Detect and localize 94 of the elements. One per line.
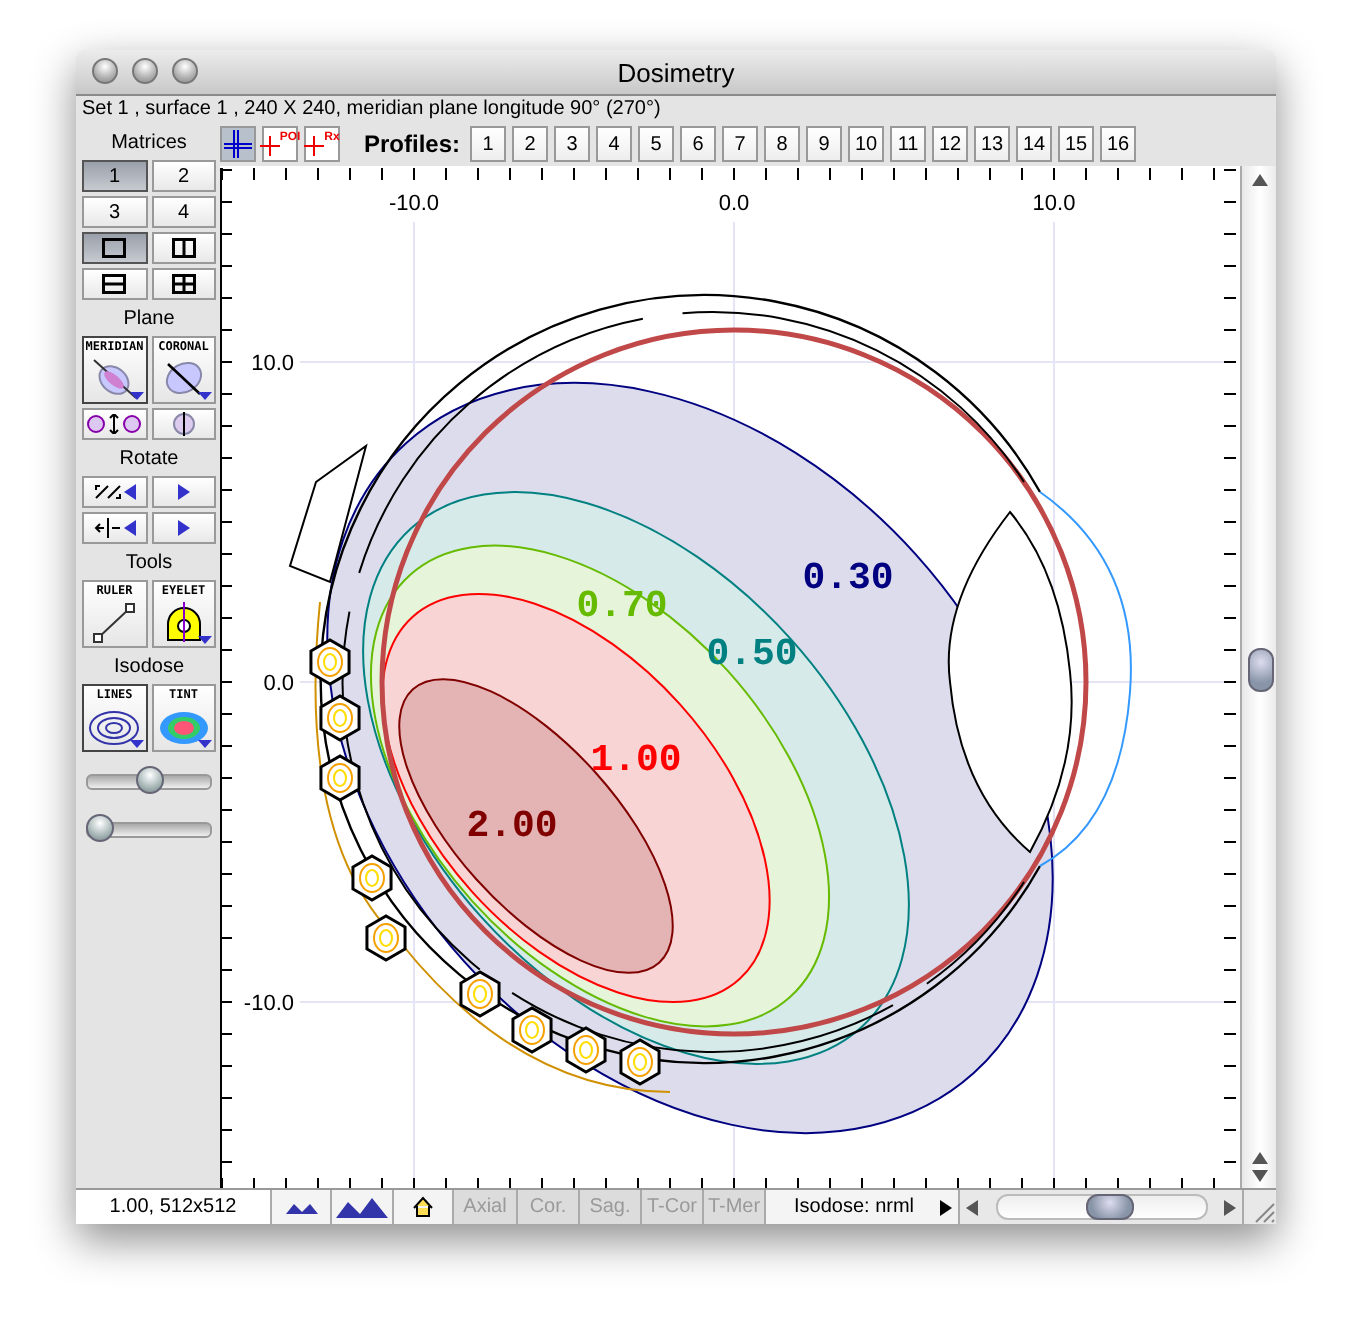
- play-arrow-icon: [940, 1199, 952, 1215]
- profile-button[interactable]: 15: [1058, 126, 1095, 162]
- play-arrow-icon: [1224, 1199, 1236, 1215]
- layout-grid-icon: [102, 238, 127, 258]
- slider-thumb[interactable]: [86, 814, 115, 842]
- profile-button[interactable]: 16: [1100, 126, 1137, 162]
- status-tool-button[interactable]: [332, 1190, 394, 1224]
- axis-label: 10.0: [1032, 192, 1076, 216]
- left-arrow-icon: [966, 1199, 978, 1215]
- rotate-button[interactable]: [82, 476, 147, 508]
- profile-button[interactable]: 8: [764, 126, 801, 162]
- vertical-scrollbar[interactable]: [1240, 166, 1276, 1188]
- tilted-ellipse-icon: [88, 356, 141, 400]
- section-heading: Rotate: [117, 446, 181, 474]
- caret-icon: [198, 636, 212, 644]
- view-tool-button[interactable]: [220, 126, 256, 162]
- layout-grid-icon: [171, 238, 196, 258]
- home-icon: [412, 1196, 434, 1218]
- left-arrow-icon: [123, 484, 136, 500]
- rotate-button[interactable]: [82, 512, 147, 544]
- profile-button[interactable]: 4: [596, 126, 633, 162]
- profiles-label: Profiles:: [364, 130, 461, 158]
- matrix-button[interactable]: 3: [82, 196, 147, 228]
- status-tool-button[interactable]: [394, 1190, 454, 1224]
- section-heading: Tools: [123, 550, 175, 578]
- left-arrow-icon: [123, 520, 136, 536]
- crosshair-icon: [259, 132, 280, 156]
- play-arrow-icon: [177, 484, 190, 500]
- circles-arrow-icon: [86, 414, 143, 434]
- profile-button[interactable]: 12: [932, 126, 969, 162]
- plane-tool-button[interactable]: [82, 408, 147, 440]
- isodose-label: 0.30: [802, 556, 894, 600]
- caret-icon: [198, 740, 212, 748]
- axis-label: -10.0: [243, 992, 294, 1016]
- scroll-thumb[interactable]: [1085, 1194, 1133, 1220]
- large-peaks-icon: [336, 1197, 388, 1217]
- flip-arrows-icon: [93, 518, 122, 538]
- matrix-button[interactable]: 1: [82, 160, 147, 192]
- window-control-button[interactable]: [92, 58, 118, 84]
- rotate-arrows-icon: [93, 482, 122, 502]
- axis-label: 0.0: [263, 672, 294, 696]
- profile-button[interactable]: 2: [512, 126, 549, 162]
- profile-button[interactable]: 5: [638, 126, 675, 162]
- section-heading: Matrices: [109, 130, 189, 158]
- axis-label: 0.0: [718, 192, 750, 216]
- crosshair-icon: [304, 132, 325, 156]
- profile-button[interactable]: 7: [722, 126, 759, 162]
- up-arrow-icon: [1252, 1152, 1268, 1164]
- profile-button[interactable]: 3: [554, 126, 591, 162]
- profile-button[interactable]: 14: [1016, 126, 1053, 162]
- matrix-button[interactable]: 2: [151, 160, 216, 192]
- layout-button[interactable]: [82, 232, 147, 264]
- layout-grid-icon: [102, 274, 127, 294]
- status-tool-button[interactable]: [272, 1190, 332, 1224]
- profile-button[interactable]: 1: [470, 126, 507, 162]
- profile-button[interactable]: 11: [890, 126, 927, 162]
- isodose-label: 1.00: [590, 738, 682, 782]
- isodose-label: 2.00: [466, 804, 558, 848]
- axis-label: 10.0: [251, 352, 294, 376]
- zoom-readout: 1.00, 512x512: [76, 1190, 272, 1224]
- caret-icon: [129, 740, 143, 748]
- rotate-button[interactable]: [151, 476, 216, 508]
- ruler-line-icon: [88, 600, 141, 644]
- plane-tool-button[interactable]: [151, 408, 216, 440]
- layout-button[interactable]: [82, 268, 147, 300]
- rotate-button[interactable]: [151, 512, 216, 544]
- layout-grid-icon: [171, 274, 196, 294]
- scroll-thumb[interactable]: [1247, 647, 1273, 691]
- section-heading: Plane: [121, 306, 177, 334]
- profile-button[interactable]: 10: [848, 126, 885, 162]
- isodose-label: 0.50: [706, 632, 798, 676]
- down-arrow-icon: [1252, 1170, 1268, 1182]
- window-control-button[interactable]: [172, 58, 198, 84]
- layout-button[interactable]: [151, 232, 216, 264]
- caret-icon: [198, 392, 212, 400]
- caret-icon: [129, 392, 143, 400]
- small-peaks-icon: [285, 1201, 317, 1213]
- profile-button[interactable]: 9: [806, 126, 843, 162]
- play-arrow-icon: [177, 520, 190, 536]
- profile-button[interactable]: 13: [974, 126, 1011, 162]
- isodose-menu[interactable]: Isodose: nrml: [766, 1190, 960, 1224]
- isodose-label: 0.70: [576, 584, 668, 628]
- window-title: Dosimetry: [617, 57, 735, 87]
- crosshair-icon: [224, 130, 252, 158]
- axis-label: -10.0: [388, 192, 440, 216]
- isodose-menu-label: Isodose: nrml: [794, 1196, 915, 1218]
- layout-button[interactable]: [151, 268, 216, 300]
- slider-thumb[interactable]: [135, 766, 163, 794]
- profile-button[interactable]: 6: [680, 126, 717, 162]
- matrix-button[interactable]: 4: [151, 196, 216, 228]
- up-arrow-icon: [1252, 174, 1268, 186]
- split-circle-icon: [171, 412, 196, 436]
- section-heading: Isodose: [111, 654, 187, 682]
- window-control-button[interactable]: [132, 58, 158, 84]
